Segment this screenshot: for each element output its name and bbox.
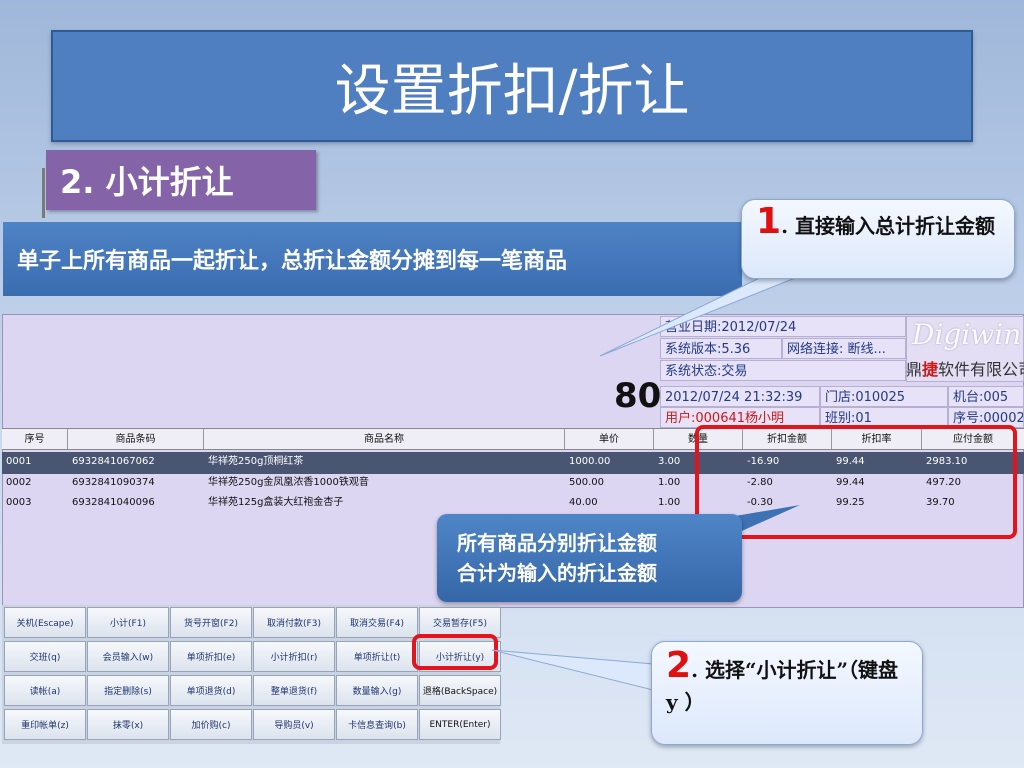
callout-2-text: . 选择“小计折让”（键盘 y ） <box>666 658 898 714</box>
callout-mid-line1: 所有商品分别折让金额 <box>457 531 657 555</box>
callout-1-number: 1 <box>756 201 782 242</box>
callout-enter-total: 1. 直接输入总计折让金额 <box>741 199 1015 279</box>
callout-2-pointer <box>491 649 654 691</box>
callout-select-key: 2. 选择“小计折让”（键盘 y ） <box>651 641 923 745</box>
callout-2-number: 2 <box>666 645 692 686</box>
callout-mid-line2: 合计为输入的折让金额 <box>457 561 657 585</box>
callout-1-text: . 直接输入总计折让金额 <box>781 214 995 238</box>
callout-1-pointer <box>599 267 821 357</box>
callout-allocation: 所有商品分别折让金额 合计为输入的折让金额 <box>437 514 742 602</box>
